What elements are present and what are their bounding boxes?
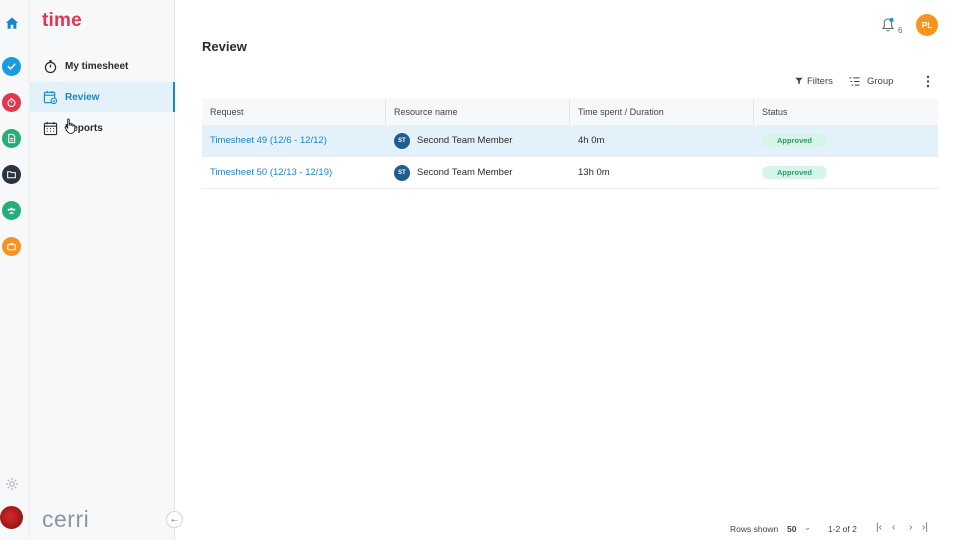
page-range: 1-2 of 2 — [828, 524, 857, 534]
arrow-left-icon: ← — [169, 514, 180, 525]
document-icon[interactable] — [2, 129, 21, 148]
table-row[interactable]: Timesheet 50 (12/13 - 12/19) ST Second T… — [202, 157, 938, 189]
app-root: time My timesheet Review Reports cerri ← — [0, 0, 960, 540]
stopwatch-icon[interactable] — [2, 93, 21, 112]
last-page-icon[interactable]: ›| — [922, 522, 928, 533]
column-header-time[interactable]: Time spent / Duration — [570, 99, 754, 125]
nav-item-label: My timesheet — [65, 60, 129, 72]
settings-icon[interactable] — [2, 474, 21, 493]
calendar-grid-icon — [42, 120, 58, 136]
notifications-bell-icon[interactable] — [880, 17, 896, 33]
chevron-down-icon[interactable]: ⌄ — [804, 522, 811, 533]
rows-per-page-select[interactable]: 50 — [787, 524, 796, 534]
group-list-icon — [849, 76, 860, 86]
rows-shown-label: Rows shown — [730, 524, 779, 534]
cerri-logo: cerri — [42, 506, 90, 532]
first-page-icon[interactable]: |‹ — [876, 522, 882, 533]
status-badge: Approved — [762, 134, 828, 147]
nav-item-review[interactable]: Review — [30, 82, 175, 112]
column-header-status[interactable]: Status — [754, 99, 938, 125]
column-header-resource[interactable]: Resource name — [386, 99, 570, 125]
timesheet-link[interactable]: Timesheet 50 (12/13 - 12/19) — [210, 167, 332, 178]
resource-avatar: ST — [394, 164, 410, 181]
status-badge: Approved — [762, 166, 828, 179]
table-row[interactable]: Timesheet 49 (12/6 - 12/12) ST Second Te… — [202, 125, 938, 157]
more-options-icon[interactable] — [926, 74, 934, 88]
group-label: Group — [867, 75, 894, 87]
user-avatar[interactable]: PL — [916, 14, 938, 36]
table-header: Request Resource name Time spent / Durat… — [202, 99, 938, 125]
resource-avatar: ST — [394, 132, 410, 149]
check-icon[interactable] — [2, 57, 21, 76]
user-avatar-image[interactable] — [0, 506, 23, 529]
timesheet-link[interactable]: Timesheet 49 (12/6 - 12/12) — [210, 135, 327, 146]
folder-icon[interactable] — [2, 165, 21, 184]
column-header-request[interactable]: Request — [202, 99, 386, 125]
team-icon[interactable] — [2, 201, 21, 220]
group-button[interactable]: Group — [849, 74, 893, 88]
hand-cursor-icon — [64, 118, 77, 140]
filters-label: Filters — [807, 75, 833, 87]
review-calendar-icon — [42, 89, 58, 105]
nav-item-my-timesheet[interactable]: My timesheet — [30, 51, 175, 81]
resource-name: Second Team Member — [417, 135, 513, 146]
time-spent: 13h 0m — [578, 167, 610, 178]
filter-icon — [795, 77, 803, 85]
stopwatch-icon — [42, 58, 58, 74]
nav-item-reports[interactable]: Reports — [30, 113, 175, 143]
nav-item-label: Review — [65, 91, 100, 103]
collapse-sidebar-button[interactable]: ← — [166, 511, 183, 528]
nav-panel: time My timesheet Review Reports cerri ← — [30, 0, 183, 540]
filters-button[interactable]: Filters — [795, 74, 833, 88]
icon-rail — [0, 0, 30, 540]
home-icon[interactable] — [4, 15, 20, 31]
time-spent: 4h 0m — [578, 135, 605, 146]
briefcase-icon[interactable] — [2, 237, 21, 256]
next-page-icon[interactable]: › — [909, 522, 912, 533]
previous-page-icon[interactable]: ‹ — [892, 522, 895, 533]
brand-logo: time — [42, 10, 82, 31]
notifications-count: 6 — [898, 26, 903, 35]
review-table: Request Resource name Time spent / Durat… — [202, 99, 938, 189]
page-title: Review — [202, 39, 247, 54]
resource-name: Second Team Member — [417, 167, 513, 178]
